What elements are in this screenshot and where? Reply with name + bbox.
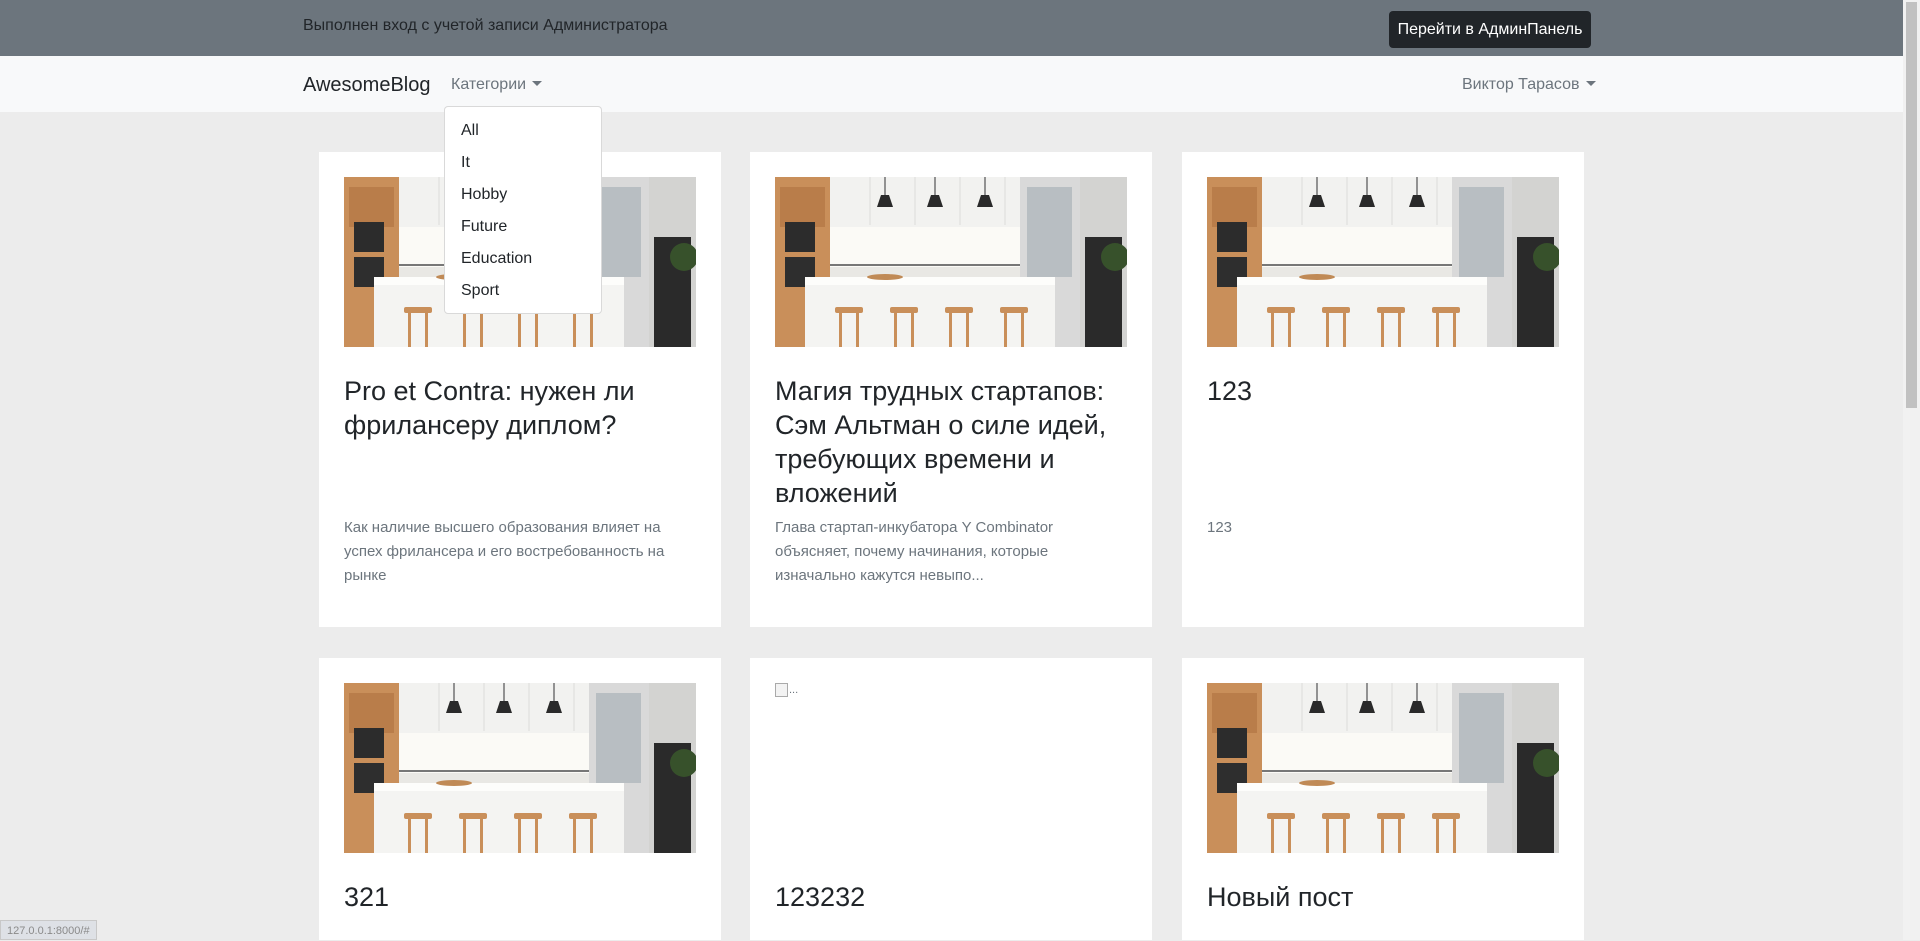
post-card[interactable]: Новый пост [1182, 658, 1584, 940]
post-image [344, 683, 696, 853]
category-item-sport[interactable]: Sport [445, 275, 601, 307]
page-scrollbar[interactable] [1903, 0, 1920, 940]
categories-label: Категории [451, 76, 527, 93]
post-image [775, 177, 1127, 347]
post-image [1207, 683, 1559, 853]
post-card[interactable]: Магия трудных стартапов: Сэм Альтман о с… [750, 152, 1152, 627]
navbar: AwesomeBlog Категории Виктор Тарасов [0, 56, 1903, 112]
category-item-future[interactable]: Future [445, 211, 601, 243]
post-title[interactable]: Магия трудных стартапов: Сэм Альтман о с… [775, 374, 1135, 510]
post-image [1207, 177, 1559, 347]
caret-down-icon [532, 81, 543, 86]
category-item-hobby[interactable]: Hobby [445, 179, 601, 211]
scrollbar-thumb[interactable] [1906, 2, 1917, 408]
post-title[interactable]: 321 [344, 880, 704, 914]
post-image-alt: ... [789, 684, 799, 696]
post-title[interactable]: 123232 [775, 880, 1135, 914]
broken-image-icon [775, 683, 788, 697]
category-item-all[interactable]: All [445, 115, 601, 147]
admin-panel-button[interactable]: Перейти в АдминПанель [1389, 11, 1591, 48]
post-title[interactable]: 123 [1207, 374, 1567, 408]
post-image-broken: ... [775, 683, 798, 697]
post-excerpt: Глава стартап-инкубатора Y Combinator об… [775, 519, 1054, 584]
post-card[interactable]: 123 123 [1182, 152, 1584, 627]
admin-login-notice: Выполнен вход с учетой записи Администра… [303, 17, 668, 34]
post-excerpt: 123 [1207, 519, 1233, 536]
category-item-education[interactable]: Education [445, 243, 601, 275]
post-card[interactable]: 321 [319, 658, 721, 940]
categories-dropdown-toggle[interactable]: Категории [451, 76, 543, 94]
user-name-label: Виктор Тарасов [1462, 76, 1580, 93]
post-card[interactable]: ... 123232 [750, 658, 1152, 940]
post-excerpt: Как наличие высшего образования влияет н… [344, 519, 665, 584]
caret-down-icon [1585, 81, 1596, 86]
categories-dropdown-menu: All It Hobby Future Education Sport [444, 106, 602, 314]
brand-logo-link[interactable]: AwesomeBlog [303, 74, 430, 97]
post-title[interactable]: Новый пост [1207, 880, 1567, 914]
user-dropdown-toggle[interactable]: Виктор Тарасов [1462, 76, 1596, 94]
admin-bar: Выполнен вход с учетой записи Администра… [0, 0, 1903, 56]
status-bar-url: 127.0.0.1:8000/# [0, 920, 97, 940]
category-item-it[interactable]: It [445, 147, 601, 179]
post-title[interactable]: Pro et Contra: нужен ли фрилансеру дипло… [344, 374, 704, 442]
